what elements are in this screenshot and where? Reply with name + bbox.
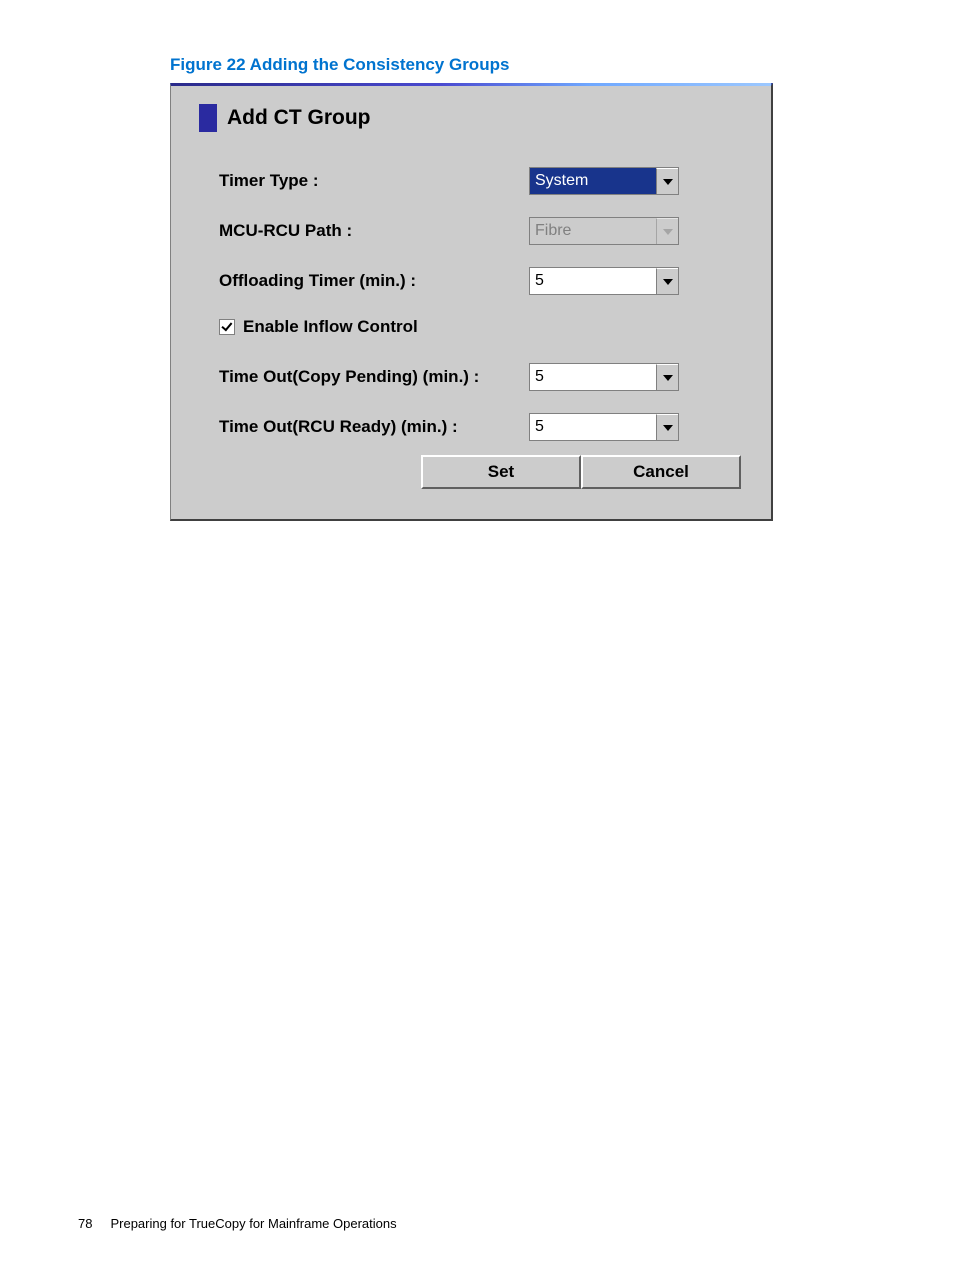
title-marker-icon — [199, 104, 217, 132]
offloading-timer-value: 5 — [530, 268, 656, 294]
dialog-title: Add CT Group — [227, 106, 370, 130]
timer-type-label: Timer Type : — [219, 171, 529, 191]
timer-type-value: System — [530, 168, 656, 194]
offloading-timer-label: Offloading Timer (min.) : — [219, 271, 529, 291]
timeout-copy-pending-dropdown[interactable]: 5 — [529, 363, 679, 391]
mcu-rcu-path-label: MCU-RCU Path : — [219, 221, 529, 241]
page-number: 78 — [78, 1216, 92, 1231]
chevron-down-icon — [656, 218, 678, 244]
timeout-rcu-ready-dropdown[interactable]: 5 — [529, 413, 679, 441]
mcu-rcu-path-dropdown: Fibre — [529, 217, 679, 245]
offloading-timer-dropdown[interactable]: 5 — [529, 267, 679, 295]
timeout-rcu-ready-value: 5 — [530, 414, 656, 440]
cancel-button[interactable]: Cancel — [581, 455, 741, 489]
chevron-down-icon[interactable] — [656, 268, 678, 294]
add-ct-group-dialog: Add CT Group Timer Type : System MCU-RCU… — [170, 83, 773, 521]
timeout-copy-pending-value: 5 — [530, 364, 656, 390]
section-title: Preparing for TrueCopy for Mainframe Ope… — [110, 1216, 396, 1231]
mcu-rcu-path-value: Fibre — [530, 218, 656, 244]
figure-caption: Figure 22 Adding the Consistency Groups — [170, 55, 954, 75]
chevron-down-icon[interactable] — [656, 414, 678, 440]
chevron-down-icon[interactable] — [656, 168, 678, 194]
timeout-rcu-ready-label: Time Out(RCU Ready) (min.) : — [219, 417, 529, 437]
enable-inflow-label: Enable Inflow Control — [243, 317, 418, 337]
set-button[interactable]: Set — [421, 455, 581, 489]
chevron-down-icon[interactable] — [656, 364, 678, 390]
timer-type-dropdown[interactable]: System — [529, 167, 679, 195]
check-icon — [221, 320, 232, 332]
enable-inflow-checkbox[interactable] — [219, 319, 235, 335]
page-footer: 78 Preparing for TrueCopy for Mainframe … — [78, 1216, 397, 1231]
timeout-copy-pending-label: Time Out(Copy Pending) (min.) : — [219, 367, 529, 387]
